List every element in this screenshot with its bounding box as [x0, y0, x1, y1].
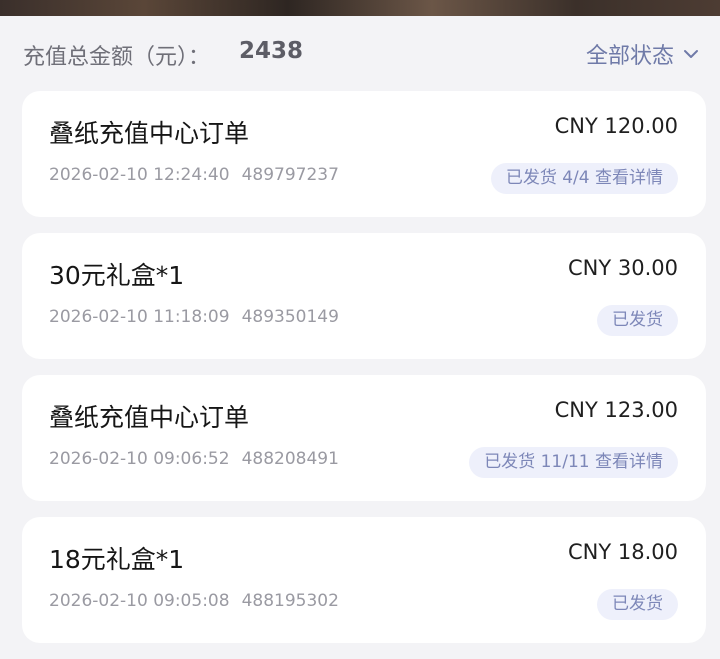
order-card[interactable]: 18元礼盒*1 CNY 18.00 2026-02-10 09:05:08 48… — [22, 517, 706, 643]
total-recharge-label: 充值总金额（元）： — [23, 45, 211, 70]
order-amount: CNY 123.00 — [554, 398, 678, 422]
total-recharge-amount: 2438 — [239, 38, 304, 64]
order-datetime: 2026-02-10 12:24:40 — [49, 165, 230, 185]
order-meta: 2026-02-10 11:18:09 489350149 — [49, 307, 339, 327]
chevron-down-icon — [684, 50, 698, 58]
order-list: 叠纸充值中心订单 CNY 120.00 2026-02-10 12:24:40 … — [22, 91, 706, 659]
order-title: 叠纸充值中心订单 — [49, 119, 250, 148]
order-card[interactable]: 叠纸充值中心订单 CNY 123.00 2026-02-10 09:06:52 … — [22, 375, 706, 501]
order-meta: 2026-02-10 12:24:40 489797237 — [49, 165, 339, 185]
order-amount: CNY 30.00 — [568, 256, 678, 280]
order-title: 叠纸充值中心订单 — [49, 403, 250, 432]
order-datetime: 2026-02-10 09:05:08 — [49, 591, 230, 611]
order-title: 30元礼盒*1 — [49, 261, 185, 290]
order-id: 488208491 — [241, 449, 339, 469]
order-status-details-button[interactable]: 已发货 11/11 查看详情 — [469, 447, 678, 478]
header-banner-image — [0, 0, 720, 16]
order-status-badge: 已发货 — [597, 305, 678, 336]
order-datetime: 2026-02-10 11:18:09 — [49, 307, 230, 327]
order-meta: 2026-02-10 09:05:08 488195302 — [49, 591, 339, 611]
order-card[interactable]: 30元礼盒*1 CNY 30.00 2026-02-10 11:18:09 48… — [22, 233, 706, 359]
order-status-details-button[interactable]: 已发货 4/4 查看详情 — [490, 163, 678, 194]
order-datetime: 2026-02-10 09:06:52 — [49, 449, 230, 469]
order-amount: CNY 18.00 — [568, 540, 678, 564]
recharge-summary-bar: 充值总金额（元）： 2438 全部状态 — [0, 16, 720, 90]
order-title: 18元礼盒*1 — [49, 545, 185, 574]
status-filter-dropdown[interactable]: 全部状态 — [586, 38, 700, 70]
status-filter-label: 全部状态 — [585, 44, 674, 69]
order-id: 489797237 — [241, 165, 339, 185]
order-meta: 2026-02-10 09:06:52 488208491 — [49, 449, 339, 469]
order-id: 488195302 — [241, 591, 339, 611]
order-amount: CNY 120.00 — [554, 114, 678, 138]
order-status-badge: 已发货 — [597, 589, 678, 620]
order-id: 489350149 — [241, 307, 339, 327]
order-card[interactable]: 叠纸充值中心订单 CNY 120.00 2026-02-10 12:24:40 … — [22, 91, 706, 217]
